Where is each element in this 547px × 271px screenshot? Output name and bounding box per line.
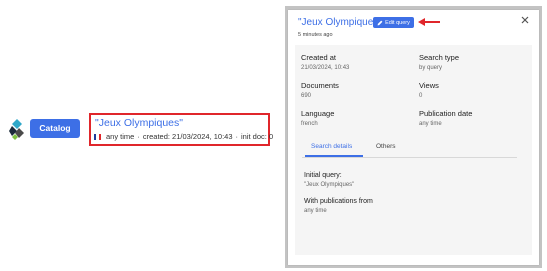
field-label: Publication date	[419, 109, 473, 118]
field-value: 690	[301, 93, 312, 99]
field-value: 21/03/2024, 10:43	[301, 65, 350, 71]
modal-title: "Jeux Olympiques"	[298, 17, 382, 28]
publication-date-field: Publication date any time	[419, 109, 472, 127]
search-created: created: 21/03/2024, 10:43	[142, 132, 233, 141]
initial-query-field: Initial query: "Jeux Olympiques"	[304, 172, 354, 188]
edit-query-button[interactable]: Edit query	[373, 17, 414, 28]
field-value: any time	[419, 121, 442, 127]
search-details-modal: "Jeux Olympiques" Edit query 5 minutes a…	[288, 10, 539, 265]
field-label: Created at	[301, 53, 337, 62]
pencil-icon	[377, 20, 383, 25]
documents-field: Documents 690	[301, 81, 339, 99]
field-value: any time	[304, 208, 327, 214]
field-value: "Jeux Olympiques"	[304, 182, 355, 188]
edit-query-label: Edit query	[385, 19, 410, 26]
close-icon[interactable]	[520, 15, 530, 25]
tab-search-details[interactable]: Search details	[311, 143, 352, 150]
search-title[interactable]: "Jeux Olympiques"	[95, 117, 183, 129]
tab-others[interactable]: Others	[376, 143, 396, 150]
catalog-button[interactable]: Catalog	[30, 119, 80, 138]
created-at-field: Created at 21/03/2024, 10:43	[301, 53, 349, 71]
language-field: Language french	[301, 109, 334, 127]
search-type-field: Search type by query	[419, 53, 459, 71]
red-arrow-icon	[418, 18, 440, 26]
publications-from-field: With publications from any time	[304, 198, 373, 214]
field-label: Search type	[419, 53, 460, 62]
french-flag-icon	[94, 133, 101, 140]
search-meta: any time · created: 21/03/2024, 10:43 · …	[94, 132, 273, 141]
tab-bar: Search details Others	[302, 140, 517, 158]
separator: ·	[235, 132, 239, 141]
separator: ·	[137, 132, 140, 141]
field-value: 0	[419, 93, 423, 99]
details-panel: Created at 21/03/2024, 10:43 Search type…	[295, 45, 532, 255]
active-tab-indicator	[305, 155, 363, 157]
search-init-doc: init doc: 0	[241, 132, 274, 141]
field-value: french	[301, 121, 318, 127]
field-label: Views	[419, 81, 439, 90]
app-logo-icon	[9, 119, 24, 140]
field-label: With publications from	[304, 198, 373, 205]
saved-search-card[interactable]: "Jeux Olympiques" any time · created: 21…	[89, 113, 273, 146]
field-value: by query	[419, 65, 443, 71]
search-period: any time	[106, 132, 135, 141]
field-label: Language	[301, 109, 335, 118]
field-label: Initial query:	[304, 172, 342, 179]
field-label: Documents	[301, 81, 339, 90]
time-ago: 5 minutes ago	[298, 32, 333, 38]
views-field: Views 0	[419, 81, 439, 99]
